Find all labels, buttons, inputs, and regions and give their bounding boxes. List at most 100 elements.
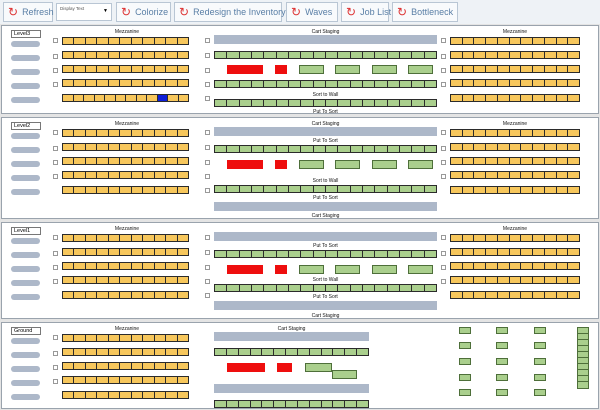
cart-staging-bar[interactable] xyxy=(214,232,437,241)
sort-block[interactable] xyxy=(299,65,324,74)
side-bar[interactable] xyxy=(11,55,40,61)
row-toggle[interactable] xyxy=(205,293,210,298)
level-label[interactable]: Ground xyxy=(11,327,41,335)
row-toggle[interactable] xyxy=(441,160,446,165)
mezzanine-row[interactable] xyxy=(62,157,189,165)
mezzanine-row[interactable] xyxy=(450,143,580,151)
mezzanine-row[interactable] xyxy=(62,291,189,299)
mezzanine-row[interactable] xyxy=(62,362,189,370)
side-bar[interactable] xyxy=(11,189,40,195)
side-bar[interactable] xyxy=(11,238,40,244)
row-toggle[interactable] xyxy=(441,54,446,59)
row-toggle[interactable] xyxy=(441,174,446,179)
bottleneck-block[interactable] xyxy=(227,160,263,169)
dock-block[interactable] xyxy=(496,327,508,334)
level-label[interactable]: Level3 xyxy=(11,30,41,38)
side-bar[interactable] xyxy=(11,352,40,358)
mezzanine-row[interactable] xyxy=(62,51,189,59)
waves-button[interactable]: ↻ Waves xyxy=(286,2,338,22)
row-toggle[interactable] xyxy=(441,68,446,73)
redesign-inventory-button[interactable]: ↻ Redesign the Inventory xyxy=(174,2,286,22)
mezzanine-row[interactable] xyxy=(62,262,189,270)
row-toggle[interactable] xyxy=(205,235,210,240)
mezzanine-row[interactable] xyxy=(62,94,189,102)
dock-block[interactable] xyxy=(496,374,508,381)
mezzanine-row[interactable] xyxy=(62,234,189,242)
row-toggle[interactable] xyxy=(53,279,58,284)
dock-block[interactable] xyxy=(459,342,471,349)
row-toggle[interactable] xyxy=(205,145,210,150)
mezzanine-row[interactable] xyxy=(450,186,580,194)
side-bar[interactable] xyxy=(11,83,40,89)
sort-block[interactable] xyxy=(299,160,324,169)
refresh-button[interactable]: ↻ Refresh xyxy=(3,2,54,22)
sort-row[interactable] xyxy=(214,250,437,258)
row-toggle[interactable] xyxy=(205,96,210,101)
dock-block[interactable] xyxy=(496,342,508,349)
row-toggle[interactable] xyxy=(205,68,210,73)
sort-block[interactable] xyxy=(408,265,433,274)
mezzanine-row[interactable] xyxy=(62,37,189,45)
mezzanine-row[interactable] xyxy=(62,79,189,87)
mezzanine-row[interactable] xyxy=(450,65,580,73)
row-toggle[interactable] xyxy=(205,130,210,135)
row-toggle[interactable] xyxy=(53,335,58,340)
dock-block[interactable] xyxy=(534,327,546,334)
bottleneck-block[interactable] xyxy=(275,265,287,274)
mezzanine-row[interactable] xyxy=(62,376,189,384)
side-bar[interactable] xyxy=(11,252,40,258)
cart-staging-bar[interactable] xyxy=(214,127,437,136)
mezzanine-row[interactable] xyxy=(450,171,580,179)
sort-block[interactable] xyxy=(372,160,397,169)
side-bar[interactable] xyxy=(11,69,40,75)
sort-block[interactable] xyxy=(335,265,360,274)
mezzanine-row[interactable] xyxy=(62,248,189,256)
sort-block[interactable] xyxy=(299,265,324,274)
sort-row[interactable] xyxy=(214,348,369,356)
row-toggle[interactable] xyxy=(205,174,210,179)
row-toggle[interactable] xyxy=(53,54,58,59)
side-bar[interactable] xyxy=(11,366,40,372)
dock-block[interactable] xyxy=(459,327,471,334)
bottleneck-block[interactable] xyxy=(277,363,292,372)
row-toggle[interactable] xyxy=(441,265,446,270)
side-bar[interactable] xyxy=(11,133,40,139)
row-toggle[interactable] xyxy=(53,146,58,151)
mezzanine-row[interactable] xyxy=(62,129,189,137)
bottleneck-button[interactable]: ↻ Bottleneck xyxy=(392,2,458,22)
row-toggle[interactable] xyxy=(53,235,58,240)
dock-block[interactable] xyxy=(496,358,508,365)
side-bar[interactable] xyxy=(11,266,40,272)
level-label[interactable]: Level2 xyxy=(11,122,41,130)
row-toggle[interactable] xyxy=(53,379,58,384)
bottleneck-block[interactable] xyxy=(227,65,263,74)
row-toggle[interactable] xyxy=(53,130,58,135)
cart-staging-bar[interactable] xyxy=(214,202,437,211)
bottleneck-block[interactable] xyxy=(227,265,263,274)
mezzanine-row[interactable] xyxy=(62,391,189,399)
row-toggle[interactable] xyxy=(53,251,58,256)
row-toggle[interactable] xyxy=(53,365,58,370)
dock-block[interactable] xyxy=(459,374,471,381)
row-toggle[interactable] xyxy=(205,250,210,255)
row-toggle[interactable] xyxy=(205,38,210,43)
mezzanine-row[interactable] xyxy=(450,234,580,242)
cart-staging-bar[interactable] xyxy=(214,384,369,393)
row-toggle[interactable] xyxy=(441,146,446,151)
row-toggle[interactable] xyxy=(53,38,58,43)
cart-staging-bar[interactable] xyxy=(214,35,437,44)
mezzanine-row[interactable] xyxy=(62,65,189,73)
bottleneck-block[interactable] xyxy=(275,160,287,169)
dock-block[interactable] xyxy=(459,358,471,365)
highlighted-slot[interactable] xyxy=(157,95,168,101)
mezzanine-row[interactable] xyxy=(450,129,580,137)
side-bar[interactable] xyxy=(11,41,40,47)
sort-block[interactable] xyxy=(372,65,397,74)
side-bar[interactable] xyxy=(11,97,40,103)
job-list-button[interactable]: ↻ Job List xyxy=(341,2,391,22)
mezzanine-row[interactable] xyxy=(450,37,580,45)
sort-block[interactable] xyxy=(408,160,433,169)
mezzanine-row[interactable] xyxy=(62,348,189,356)
bottleneck-block[interactable] xyxy=(275,65,287,74)
dock-block[interactable] xyxy=(534,342,546,349)
